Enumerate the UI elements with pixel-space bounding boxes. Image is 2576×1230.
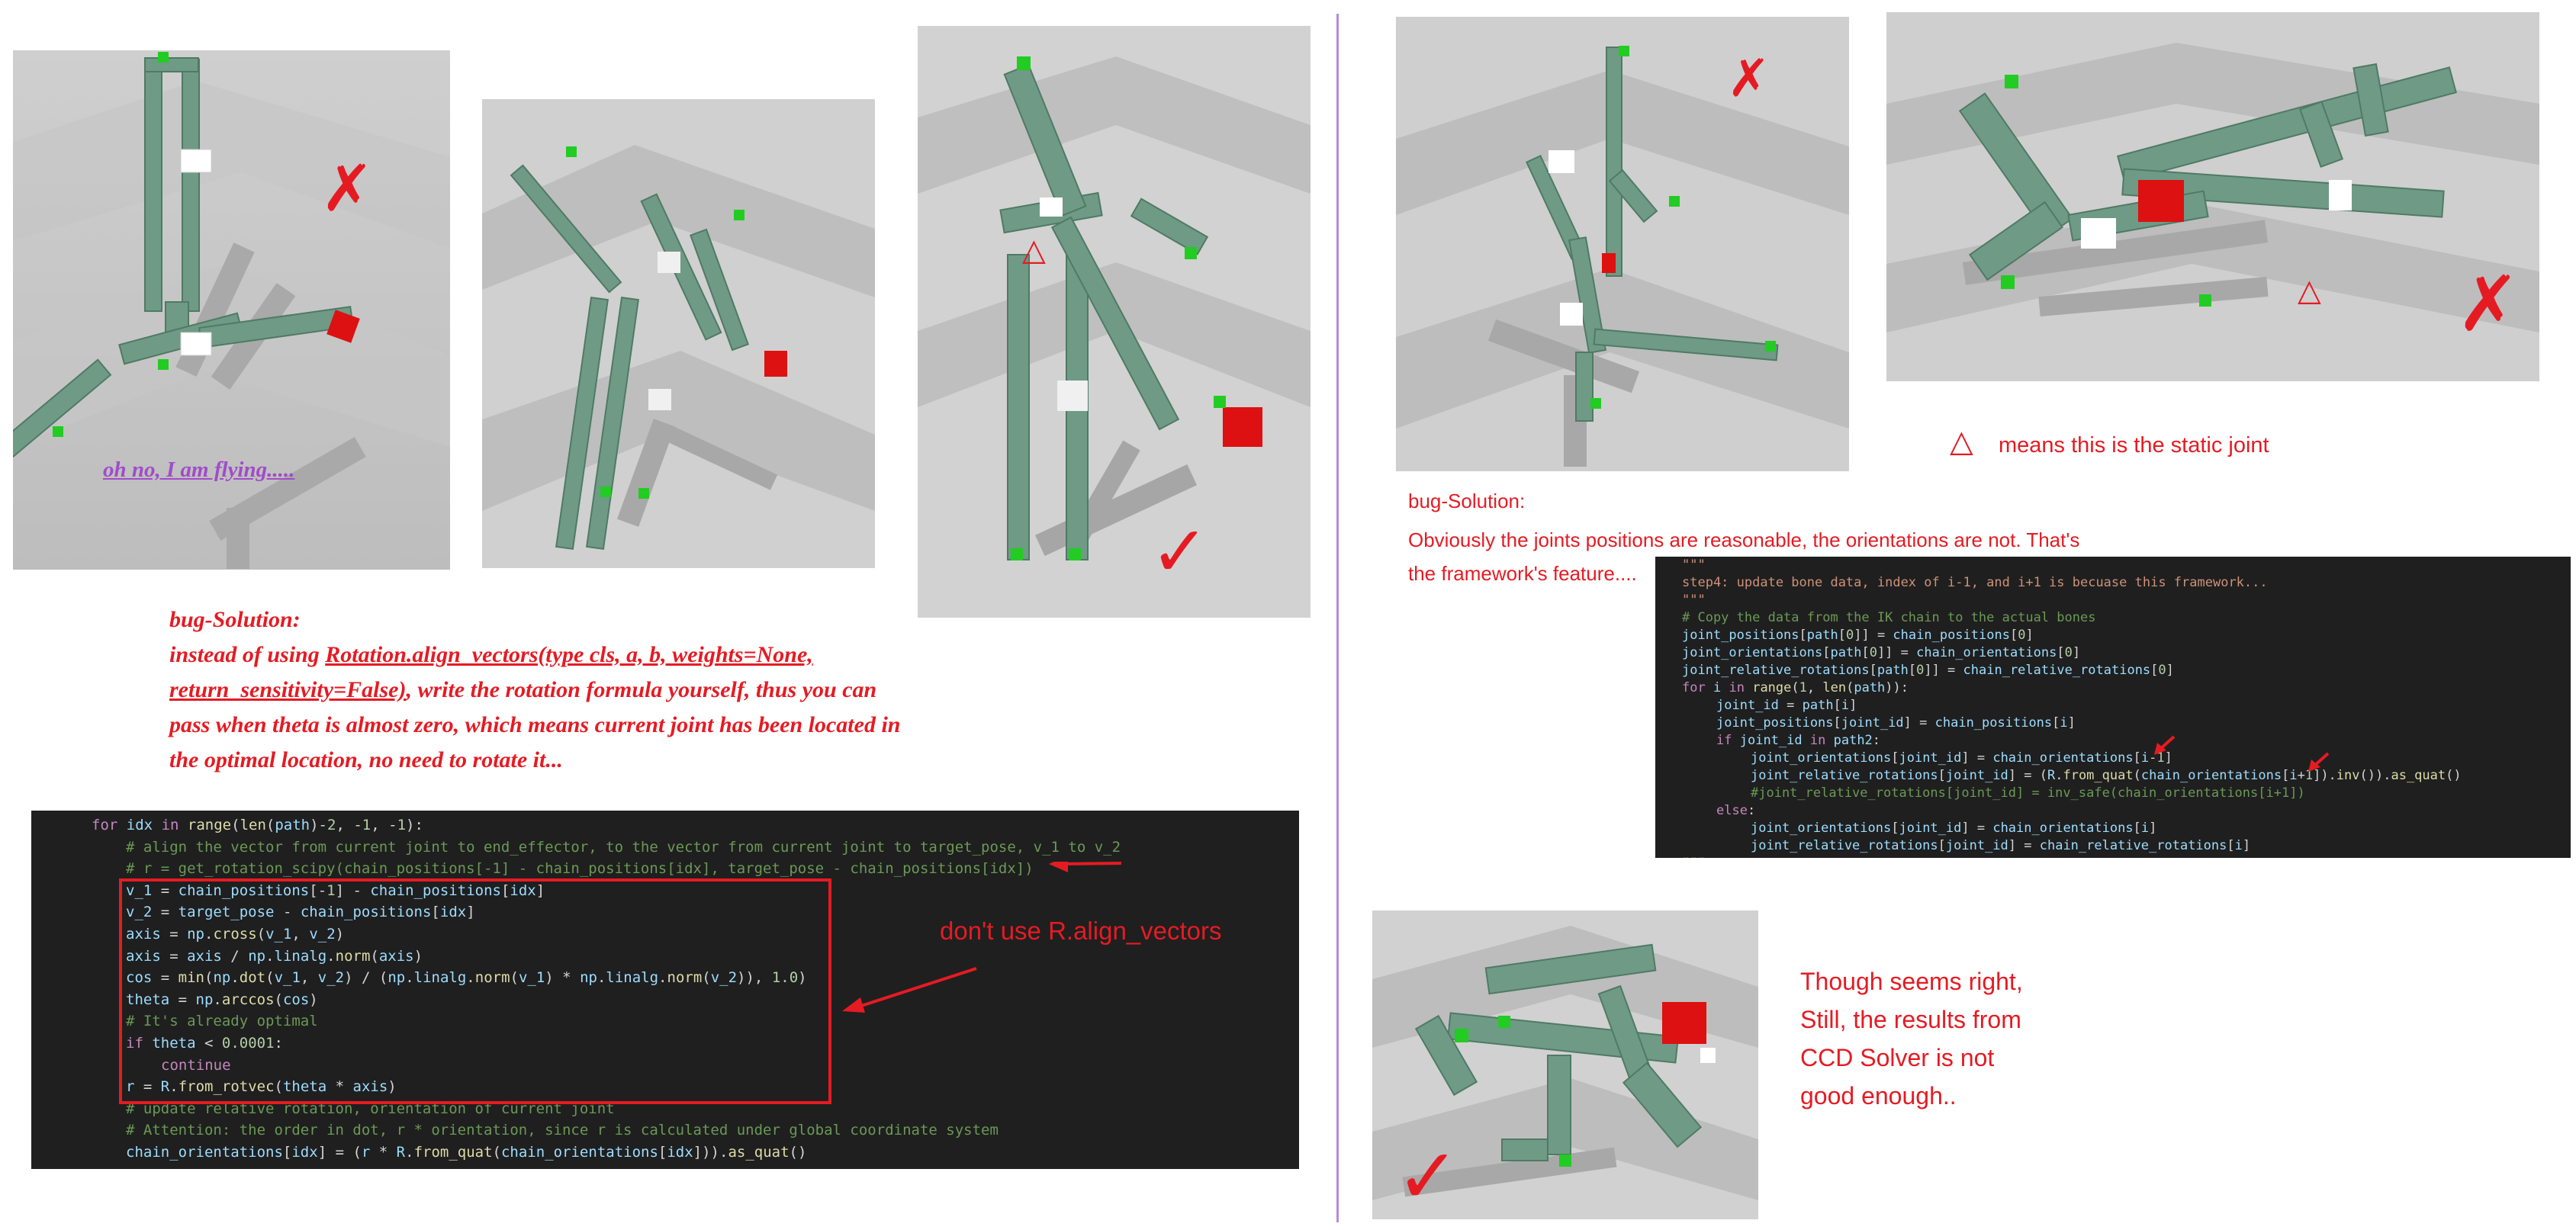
code-line: #joint_relative_rotations[joint_id] = in… [1751,785,2305,801]
triangle-legend-icon: △ [1950,424,1973,459]
code-line: joint_relative_rotations[joint_id] = cha… [1751,838,2251,853]
code-line: joint_positions[path[0]] = chain_positio… [1682,628,2034,643]
conclusion-line-1: Though seems right, [1800,968,2023,995]
code-line: joint_orientations[joint_id] = chain_ori… [1751,821,2157,836]
code-line: for idx in range(len(path)-2, -1, -1): [92,817,423,833]
scene-2-render [482,99,875,568]
scene-panel-3 [918,26,1311,618]
code-line: if joint_id in path2: [1716,733,1881,748]
right-solution-title: bug-Solution: [1408,490,1526,512]
triangle-mark-2: △ [2298,273,2321,308]
scene-4-render [1396,17,1849,471]
code-line: chain_orientations[idx] = (r * R.from_qu… [126,1143,807,1161]
left-solution-text: bug-Solution: instead of using Rotation.… [169,602,1024,778]
code-line: # Attention: the order in dot, r * orien… [126,1122,999,1139]
right-solution-line-1: Obviously the joints positions are reaso… [1408,528,2080,551]
static-joint-note: means this is the static joint [1999,433,2269,458]
code-line: joint_id = path[i] [1716,698,1857,713]
scene-panel-1 [13,50,450,570]
code-line: """ [1682,593,1706,608]
scene-3-render [918,26,1311,618]
code-line: """ [1655,855,2571,858]
highlight-box [119,878,831,1104]
conclusion-line-2: Still, the results from [1800,1006,2021,1033]
left-solution-line-1-code: Rotation.align_vectors(type cls, a, b, w… [325,642,813,667]
left-solution-line-2-rest: , write the rotation formula yourself, t… [406,677,877,702]
code-line: joint_positions[joint_id] = chain_positi… [1716,715,2076,731]
right-code-panel: """ step4: update bone data, index of i-… [1655,557,2571,858]
scene-panel-2 [482,99,875,568]
cross-mark-1: ✗ [320,151,375,226]
left-solution-line-2: return_sensitivity=False), write the rot… [169,673,1024,708]
arrows-right [2154,735,2330,772]
code-line: # align the vector from current joint to… [126,838,1121,856]
conclusion-text: Though seems right, Still, the results f… [1800,962,2060,1115]
left-solution-title: bug-Solution: [169,607,301,632]
code-line: joint_orientations[path[0]] = chain_orie… [1682,645,2081,660]
vertical-divider [1336,14,1339,1222]
code-line: for i in range(1, len(path)): [1682,680,1909,695]
left-solution-line-1-prefix: instead of using [169,642,326,667]
left-solution-line-3: pass when theta is almost zero, which me… [169,712,901,737]
scene-1-render [13,50,450,570]
scene-panel-5 [1886,12,2539,381]
scene-5-render [1886,12,2539,381]
code-line: """ [1682,557,1706,573]
left-solution-line-2-code: return_sensitivity=False) [169,677,407,702]
left-solution-line-4: the optimal location, no need to rotate … [169,747,563,772]
cross-mark-3: ✗ [2456,259,2520,348]
code-line: # Copy the data from the IK chain to the… [1682,610,2096,625]
check-mark-1: ✓ [1150,511,1210,593]
left-solution-line-1: instead of using Rotation.align_vectors(… [169,637,1024,673]
arrows-left [842,862,1122,1013]
conclusion-line-3: CCD Solver is not [1800,1044,1995,1071]
flying-caption: oh no, I am flying..... [103,458,295,482]
cross-mark-2: ✗ [1727,49,1770,109]
code-line: joint_orientations[joint_id] = chain_ori… [1751,750,2172,766]
triangle-mark-1: △ [1022,233,1046,268]
code-line: joint_relative_rotations[joint_id] = (R.… [1751,768,2462,783]
conclusion-line-4: good enough.. [1800,1082,1957,1110]
code-line: step4: update bone data, index of i-1, a… [1682,575,2268,590]
check-mark-2: ✓ [1396,1132,1460,1221]
code-line: else: [1716,803,1756,818]
scene-panel-4 [1396,17,1849,471]
code-line: joint_relative_rotations[path[0]] = chai… [1682,663,2174,678]
